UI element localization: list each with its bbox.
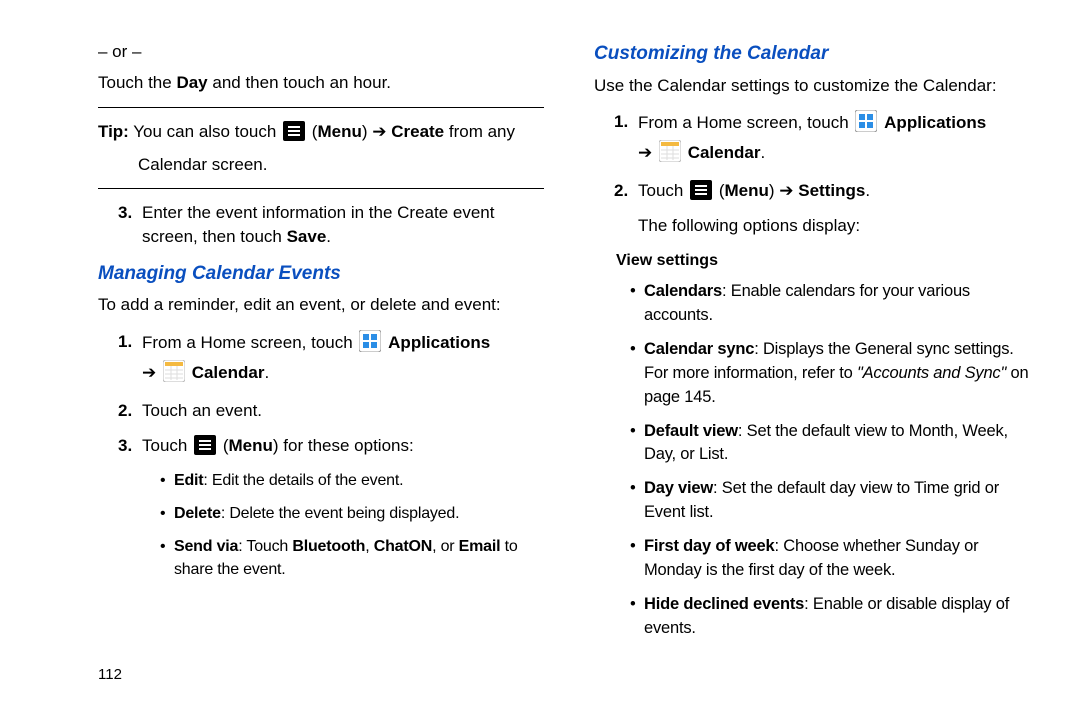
menu-icon xyxy=(690,180,712,208)
menu-label: Menu xyxy=(317,122,361,141)
vs-first-day-of-week: First day of week: Choose whether Sunday… xyxy=(630,535,1040,583)
text: . xyxy=(326,227,331,246)
heading-customizing: Customizing the Calendar xyxy=(594,40,1040,68)
email-label: Email xyxy=(459,538,501,555)
applications-icon xyxy=(359,330,381,360)
manage-step-1: 1. From a Home screen, touch Application… xyxy=(118,330,544,389)
tip-line1: Tip: You can also touch (Menu)Create fro… xyxy=(98,120,544,149)
custom-step-2: 2. Touch (Menu)Settings. The following o… xyxy=(614,179,1040,238)
page-number: 112 xyxy=(98,664,122,686)
text: : Edit the details of the event. xyxy=(203,472,403,489)
touch-day-line: Touch the Day and then touch an hour. xyxy=(98,71,544,96)
text: : Touch xyxy=(238,538,292,555)
custom-steps: 1. From a Home screen, touch Application… xyxy=(594,110,1040,239)
tip-line2: Calendar screen. xyxy=(98,153,544,178)
text: for these options: xyxy=(279,436,414,455)
manage-intro: To add a reminder, edit an event, or del… xyxy=(98,293,544,318)
chaton-label: ChatON xyxy=(374,538,432,555)
rule-bottom xyxy=(98,188,544,189)
text: . xyxy=(760,143,765,162)
text: Touch the xyxy=(98,73,176,92)
label: Default view xyxy=(644,422,738,440)
manage-steps: 1. From a Home screen, touch Application… xyxy=(98,330,544,581)
text: : Delete the event being displayed. xyxy=(221,505,460,522)
option-send-via: Send via: Touch Bluetooth, ChatON, or Em… xyxy=(160,535,544,581)
step-number: 2. xyxy=(118,399,132,424)
view-settings-list: Calendars: Enable calendars for your var… xyxy=(594,280,1040,641)
day-bold: Day xyxy=(176,73,207,92)
save-label: Save xyxy=(287,227,327,246)
text: Touch an event. xyxy=(142,401,262,420)
create-label: Create xyxy=(391,122,444,141)
manage-step-3: 3. Touch (Menu) for these options: Edit:… xyxy=(118,434,544,581)
text: From a Home screen, touch xyxy=(142,333,357,352)
custom-intro: Use the Calendar settings to customize t… xyxy=(594,74,1040,99)
custom-step-1: 1. From a Home screen, touch Application… xyxy=(614,110,1040,169)
text: from any xyxy=(444,122,515,141)
step-number: 3. xyxy=(118,201,132,226)
right-column: Customizing the Calendar Use the Calenda… xyxy=(594,40,1040,690)
text: . xyxy=(865,181,870,200)
text: From a Home screen, touch xyxy=(638,113,853,132)
arrow-icon xyxy=(775,181,799,200)
following-options: The following options display: xyxy=(638,214,1040,239)
calendar-label: Calendar xyxy=(688,143,761,162)
vs-calendar-sync: Calendar sync: Displays the General sync… xyxy=(630,338,1040,410)
text: Touch xyxy=(638,181,688,200)
applications-label: Applications xyxy=(388,333,490,352)
heading-managing: Managing Calendar Events xyxy=(98,260,544,288)
page-content: – or – Touch the Day and then touch an h… xyxy=(0,0,1080,720)
menu-label: Menu xyxy=(229,436,273,455)
text: and then touch an hour. xyxy=(208,73,391,92)
applications-icon xyxy=(855,110,877,140)
label: Hide declined events xyxy=(644,595,804,613)
vs-default-view: Default view: Set the default view to Mo… xyxy=(630,420,1040,468)
vs-hide-declined: Hide declined events: Enable or disable … xyxy=(630,593,1040,641)
step-number: 2. xyxy=(614,179,628,204)
option-edit: Edit: Edit the details of the event. xyxy=(160,469,544,492)
vs-calendars: Calendars: Enable calendars for your var… xyxy=(630,280,1040,328)
accounts-sync-ref: "Accounts and Sync" xyxy=(857,364,1006,382)
menu-label: Menu xyxy=(725,181,769,200)
view-settings-header: View settings xyxy=(616,249,1040,272)
step-list-top: 3. Enter the event information in the Cr… xyxy=(98,201,544,250)
text: . xyxy=(264,363,269,382)
text: , xyxy=(365,538,374,555)
calendar-icon xyxy=(659,140,681,170)
tip-label: Tip: xyxy=(98,122,129,141)
calendar-label: Calendar xyxy=(192,363,265,382)
option-delete: Delete: Delete the event being displayed… xyxy=(160,502,544,525)
menu-icon xyxy=(283,121,305,149)
or-separator: – or – xyxy=(98,40,544,65)
step-number: 1. xyxy=(614,110,628,135)
label: Day view xyxy=(644,479,713,497)
label: Calendar sync xyxy=(644,340,754,358)
label: Delete xyxy=(174,505,221,522)
text: , or xyxy=(432,538,459,555)
left-column: – or – Touch the Day and then touch an h… xyxy=(98,40,544,690)
text: You can also touch xyxy=(129,122,281,141)
rule-top xyxy=(98,107,544,108)
step-number: 3. xyxy=(118,434,132,459)
manage-options: Edit: Edit the details of the event. Del… xyxy=(142,469,544,582)
label: Edit xyxy=(174,472,203,489)
arrow-icon xyxy=(638,143,657,162)
text: Touch xyxy=(142,436,192,455)
manage-step-2: 2. Touch an event. xyxy=(118,399,544,424)
arrow-icon xyxy=(142,363,161,382)
settings-label: Settings xyxy=(798,181,865,200)
label: Calendars xyxy=(644,282,722,300)
menu-icon xyxy=(194,435,216,463)
calendar-icon xyxy=(163,360,185,390)
arrow-icon xyxy=(368,122,392,141)
step-3: 3. Enter the event information in the Cr… xyxy=(118,201,544,250)
bluetooth-label: Bluetooth xyxy=(292,538,365,555)
applications-label: Applications xyxy=(884,113,986,132)
vs-day-view: Day view: Set the default day view to Ti… xyxy=(630,477,1040,525)
step-number: 1. xyxy=(118,330,132,355)
label: Send via xyxy=(174,538,238,555)
label: First day of week xyxy=(644,537,774,555)
